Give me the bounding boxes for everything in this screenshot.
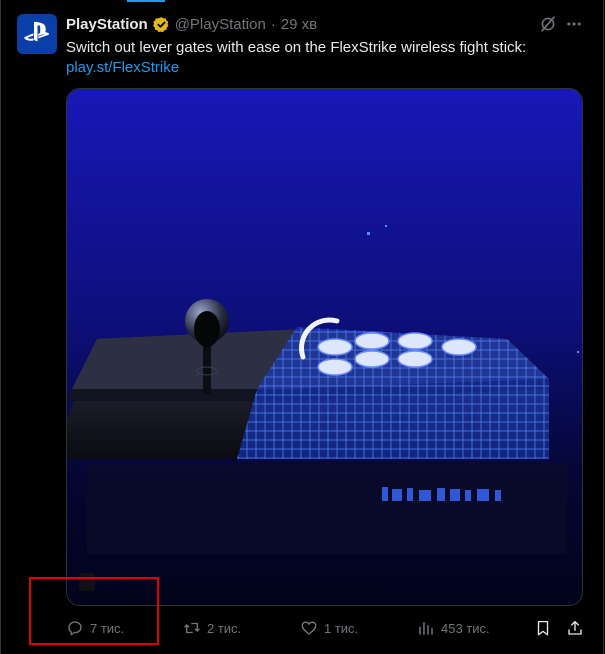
playstation-logo-icon <box>24 21 50 48</box>
tweet-text: Switch out lever gates with ease on the … <box>66 38 586 78</box>
author-name[interactable]: PlayStation <box>66 16 148 33</box>
like-button[interactable]: 1 тис. <box>300 616 358 640</box>
views-count: 453 тис. <box>441 620 490 636</box>
reply-button[interactable]: 7 тис. <box>66 616 124 640</box>
share-icon <box>568 620 582 635</box>
gold-verified-badge-icon[interactable] <box>152 16 170 33</box>
bookmark-icon <box>537 620 549 636</box>
tweet-body: Switch out lever gates with ease on the … <box>66 39 527 56</box>
more-options-icon[interactable] <box>564 14 584 34</box>
tweet-actions: 7 тис. 2 тис. 1 тис. 453 тис. <box>66 616 586 640</box>
avatar[interactable] <box>17 14 57 54</box>
grok-icon[interactable] <box>538 14 558 34</box>
separator-dot: · <box>270 15 276 33</box>
bookmark-button[interactable] <box>534 616 552 640</box>
tweet-media-image[interactable] <box>66 88 583 606</box>
post-timestamp[interactable]: 29 хв <box>281 16 317 33</box>
tweet-header: PlayStation @PlayStation · 29 хв <box>66 14 317 34</box>
tweet-link[interactable]: play.st/FlexStrike <box>66 58 586 78</box>
repost-count: 2 тис. <box>207 620 242 636</box>
tweet[interactable]: PlayStation @PlayStation · 29 хв Switch … <box>0 0 605 654</box>
views-icon <box>419 622 433 635</box>
repost-icon <box>184 622 200 634</box>
fight-stick-image <box>67 89 582 605</box>
share-button[interactable] <box>566 616 584 640</box>
like-icon <box>301 621 317 635</box>
repost-button[interactable]: 2 тис. <box>183 616 241 640</box>
like-count: 1 тис. <box>324 620 359 636</box>
views-button[interactable]: 453 тис. <box>417 616 490 640</box>
reply-count: 7 тис. <box>90 620 125 636</box>
author-handle[interactable]: @PlayStation <box>175 16 266 33</box>
reply-icon <box>68 621 82 636</box>
